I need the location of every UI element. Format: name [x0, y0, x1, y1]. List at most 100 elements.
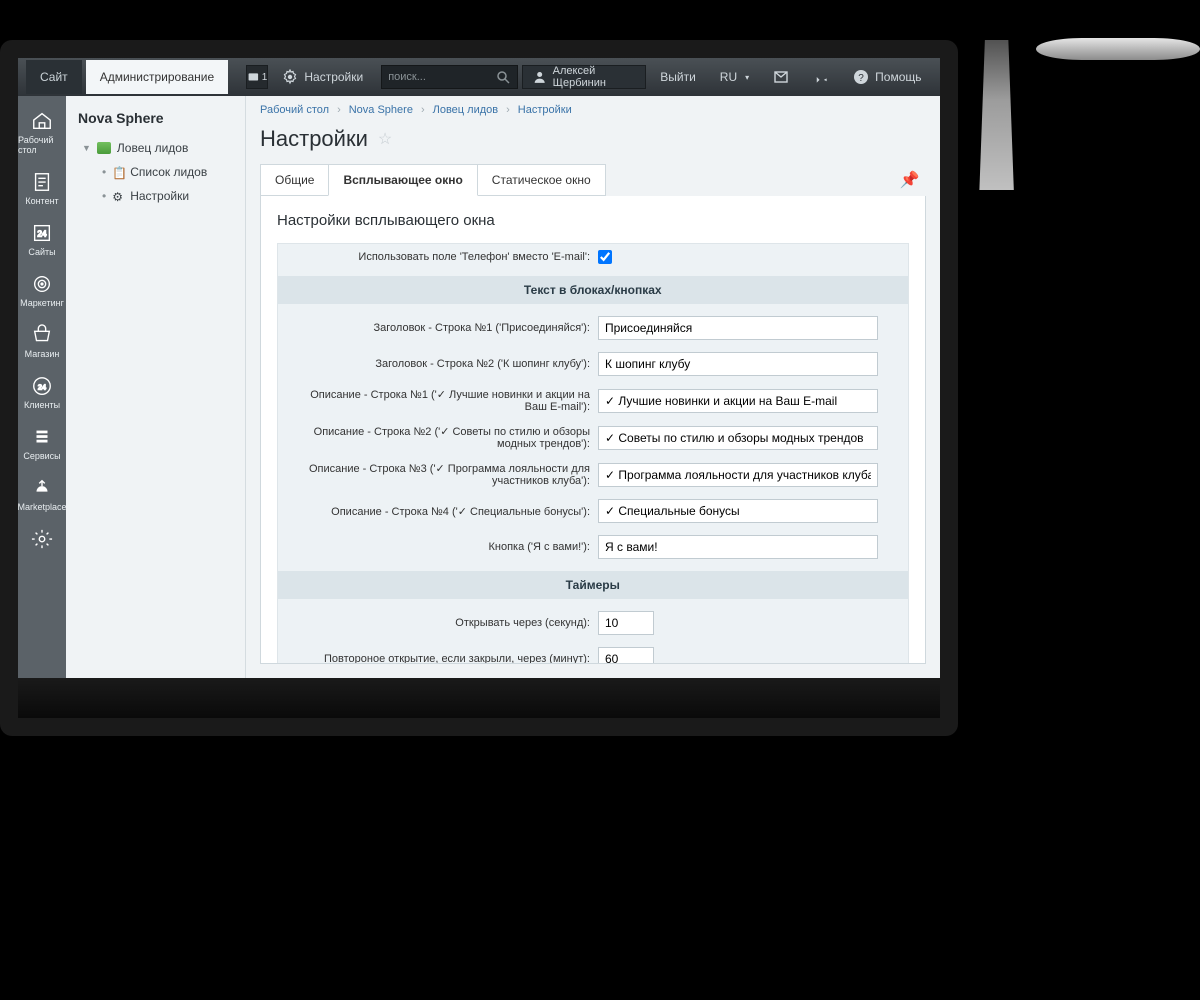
crumb[interactable]: Настройки: [518, 104, 572, 116]
bullet-icon: •: [102, 189, 106, 203]
tab-static[interactable]: Статическое окно: [477, 164, 606, 196]
section-header-timers: Таймеры: [278, 571, 908, 599]
crumb[interactable]: Рабочий стол: [260, 104, 329, 116]
rail-shop[interactable]: Магазин: [18, 316, 66, 367]
form-row: Кнопка ('Я с вами!'):: [278, 529, 908, 565]
bullet-icon: •: [102, 165, 106, 179]
content-tabs: Общие Всплывающее окно Статическое окно …: [246, 164, 940, 196]
field-label: Повтороное открытие, если закрыли, через…: [288, 653, 598, 664]
form-row: Повтороное открытие, если закрыли, через…: [278, 641, 908, 664]
tab-general[interactable]: Общие: [260, 164, 329, 196]
field-label: Описание - Строка №4 ('✓ Специальные бон…: [288, 505, 598, 518]
settings-form: Использовать поле 'Телефон' вместо 'E-ma…: [277, 243, 909, 664]
rail-sites[interactable]: 24Сайты: [18, 214, 66, 265]
left-rail: Рабочий стол Контент 24Сайты Маркетинг М…: [18, 96, 66, 678]
text-field-6[interactable]: [598, 535, 878, 559]
logout-link[interactable]: Выйти: [650, 70, 706, 84]
topbar-settings-link[interactable]: Настройки: [272, 69, 373, 85]
svg-text:24: 24: [37, 230, 47, 239]
tree-item-label: Список лидов: [130, 165, 207, 179]
text-field-3[interactable]: [598, 426, 878, 450]
text-field-2[interactable]: [598, 389, 878, 413]
top-bar: Сайт Администрирование 1 Настройки поиск…: [18, 58, 940, 96]
search-placeholder: поиск...: [388, 71, 495, 83]
form-row: Заголовок - Строка №1 ('Присоединяйся'):: [278, 310, 908, 346]
monitor-frame: Сайт Администрирование 1 Настройки поиск…: [0, 40, 958, 736]
panel-title: Настройки всплывающего окна: [277, 212, 909, 229]
form-row: Открывать через (секунд):: [278, 605, 908, 641]
crumb[interactable]: Nova Sphere: [349, 104, 413, 116]
use-phone-checkbox[interactable]: [598, 250, 612, 264]
tab-site[interactable]: Сайт: [26, 60, 82, 94]
list-icon: 📋: [112, 166, 124, 178]
svg-text:24: 24: [38, 383, 46, 392]
breadcrumb: Рабочий стол› Nova Sphere› Ловец лидов› …: [246, 96, 940, 124]
rail-services[interactable]: Сервисы: [18, 418, 66, 469]
messages-icon[interactable]: [763, 69, 799, 85]
section-header-text: Текст в блоках/кнопках: [278, 276, 908, 304]
page-title: Настройки ☆: [246, 124, 940, 164]
help-link[interactable]: ? Помощь: [843, 69, 931, 85]
user-menu[interactable]: Алексей Щербинин: [522, 65, 646, 89]
form-row: Описание - Строка №1 ('✓ Лучшие новинки …: [278, 382, 908, 419]
screen: Сайт Администрирование 1 Настройки поиск…: [18, 58, 940, 678]
rail-marketing[interactable]: Маркетинг: [18, 265, 66, 316]
star-icon[interactable]: ☆: [378, 129, 392, 149]
pin-icon[interactable]: [803, 69, 839, 85]
field-label: Кнопка ('Я с вами!'):: [288, 541, 598, 553]
main-area: Рабочий стол Контент 24Сайты Маркетинг М…: [18, 96, 940, 678]
gear-icon: ⚙: [112, 190, 124, 202]
chevron-down-icon: ▼: [82, 143, 91, 153]
svg-text:?: ?: [858, 73, 864, 84]
content-area: Рабочий стол› Nova Sphere› Ловец лидов› …: [246, 96, 940, 678]
text-field-4[interactable]: [598, 463, 878, 487]
gear-icon: [282, 69, 298, 85]
sidebar-title: Nova Sphere: [66, 104, 245, 136]
form-row: Заголовок - Строка №2 ('К шопинг клубу')…: [278, 346, 908, 382]
timer-field-1[interactable]: [598, 647, 654, 664]
text-field-0[interactable]: [598, 316, 878, 340]
form-row: Описание - Строка №3 ('✓ Программа лояль…: [278, 456, 908, 493]
form-row: Описание - Строка №4 ('✓ Специальные бон…: [278, 493, 908, 529]
user-icon: [533, 69, 546, 85]
module-icon: [97, 142, 111, 154]
row-use-phone: Использовать поле 'Телефон' вместо 'E-ma…: [278, 244, 908, 270]
help-label: Помощь: [875, 70, 921, 84]
field-label: Описание - Строка №3 ('✓ Программа лояль…: [288, 462, 598, 487]
notification-count: 1: [262, 72, 268, 83]
field-label: Заголовок - Строка №2 ('К шопинг клубу')…: [288, 358, 598, 370]
field-label: Использовать поле 'Телефон' вместо 'E-ma…: [288, 251, 598, 263]
field-label: Открывать через (секунд):: [288, 617, 598, 629]
notifications-button[interactable]: 1: [246, 65, 268, 89]
text-field-5[interactable]: [598, 499, 878, 523]
topbar-settings-label: Настройки: [304, 70, 363, 84]
tab-admin[interactable]: Администрирование: [86, 60, 228, 94]
tab-popup[interactable]: Всплывающее окно: [328, 164, 477, 196]
timer-field-0[interactable]: [598, 611, 654, 635]
search-icon: [495, 69, 511, 85]
panel-pin-icon[interactable]: 📌: [894, 164, 926, 196]
tree-item-leads[interactable]: • 📋 Список лидов: [102, 160, 245, 184]
tree-item-label: Настройки: [130, 189, 189, 203]
rail-settings[interactable]: [18, 520, 66, 561]
sidebar-tree: ▼ Ловец лидов • 📋 Список лидов • ⚙ Настр…: [66, 136, 245, 208]
rail-content[interactable]: Контент: [18, 163, 66, 214]
help-icon: ?: [853, 69, 869, 85]
rail-desktop[interactable]: Рабочий стол: [18, 102, 66, 163]
tree-item-settings[interactable]: • ⚙ Настройки: [102, 184, 245, 208]
field-label: Описание - Строка №1 ('✓ Лучшие новинки …: [288, 388, 598, 413]
text-field-1[interactable]: [598, 352, 878, 376]
tree-root[interactable]: ▼ Ловец лидов: [66, 136, 245, 160]
form-row: Описание - Строка №2 ('✓ Советы по стилю…: [278, 419, 908, 456]
field-label: Описание - Строка №2 ('✓ Советы по стилю…: [288, 425, 598, 450]
rail-marketplace[interactable]: Marketplace: [18, 469, 66, 520]
field-label: Заголовок - Строка №1 ('Присоединяйся'):: [288, 322, 598, 334]
user-name: Алексей Щербинин: [553, 65, 636, 89]
sidebar: Nova Sphere ▼ Ловец лидов • 📋 Список лид…: [66, 96, 246, 678]
lang-switcher[interactable]: RU▾: [710, 70, 759, 84]
search-input[interactable]: поиск...: [381, 65, 518, 89]
crumb[interactable]: Ловец лидов: [433, 104, 498, 116]
tree-root-label: Ловец лидов: [117, 141, 188, 155]
rail-clients[interactable]: 24Клиенты: [18, 367, 66, 418]
settings-panel: Настройки всплывающего окна Использовать…: [260, 196, 926, 664]
